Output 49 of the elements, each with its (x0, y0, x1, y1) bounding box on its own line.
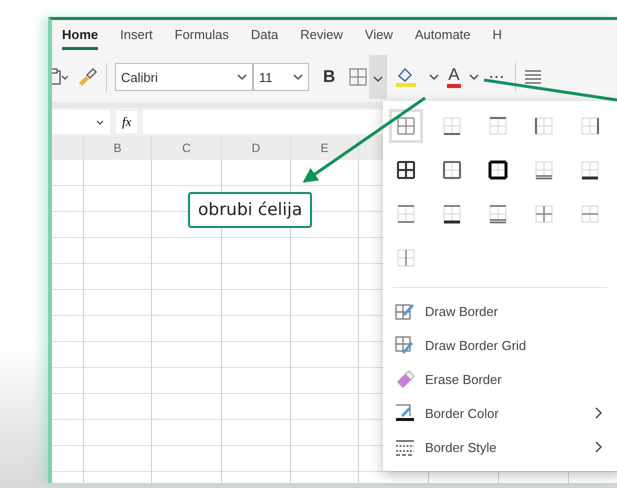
border-grid-icon (534, 204, 554, 224)
pencil-grid-icon (395, 302, 415, 320)
caret-icon (96, 120, 104, 124)
border-grid-icon (442, 204, 462, 224)
line-style-icon (395, 438, 415, 456)
font-name-field[interactable]: Calibri (115, 63, 253, 91)
border-grid-icon (580, 160, 600, 180)
border-grid-icon (442, 116, 462, 136)
function-label[interactable]: fx (116, 111, 138, 133)
pencil-grid-icon (395, 336, 415, 354)
caret-icon[interactable] (468, 74, 479, 80)
caret-icon[interactable] (429, 74, 440, 80)
border-grid-icon (488, 116, 508, 136)
border-grid-icon (534, 160, 554, 180)
ribbon-tab[interactable]: Automate (414, 26, 471, 50)
bold-button[interactable]: B (317, 67, 342, 87)
caret-icon (373, 76, 384, 82)
ribbon-tab[interactable]: Data (250, 26, 278, 50)
border-grid-icon (396, 204, 416, 224)
menu-item[interactable]: Draw Border (389, 294, 609, 328)
ribbon-tab[interactable]: Insert (120, 26, 153, 50)
border-grid-icon (396, 160, 416, 180)
clipboard-icon[interactable] (52, 67, 68, 87)
caret-icon (237, 74, 247, 80)
border-grid-icon (534, 116, 554, 136)
menu-item[interactable]: Erase Border (389, 362, 609, 396)
ribbon-tab[interactable]: Review (300, 26, 343, 50)
border-grid-icon (442, 160, 462, 180)
font-size-field[interactable]: 11 (253, 63, 309, 91)
ribbon-tab[interactable]: H (492, 26, 502, 50)
more-button[interactable]: ⋯ (486, 67, 507, 87)
annotation-label: obrubi ćelija (188, 192, 312, 228)
borders-icon[interactable] (349, 68, 368, 86)
border-grid-icon (488, 160, 508, 180)
border-grid-icon (580, 116, 600, 136)
pen-line-icon (395, 404, 415, 422)
eraser-icon (395, 370, 415, 388)
font-color-button[interactable]: A (447, 66, 461, 88)
ribbon-tab[interactable]: Formulas (174, 26, 229, 50)
border-grid-icon (488, 204, 508, 224)
menu-item[interactable]: Border Style (389, 430, 609, 464)
ribbon-tab[interactable]: View (364, 26, 393, 50)
align-icon[interactable] (524, 69, 542, 85)
border-grid-icon (396, 248, 416, 268)
border-grid-icon (396, 116, 416, 136)
menu-item[interactable]: Draw Border Grid (389, 328, 609, 362)
border-grid-icon (580, 204, 600, 224)
caret-icon (293, 74, 303, 80)
menu-item[interactable]: Border Color (389, 396, 609, 430)
